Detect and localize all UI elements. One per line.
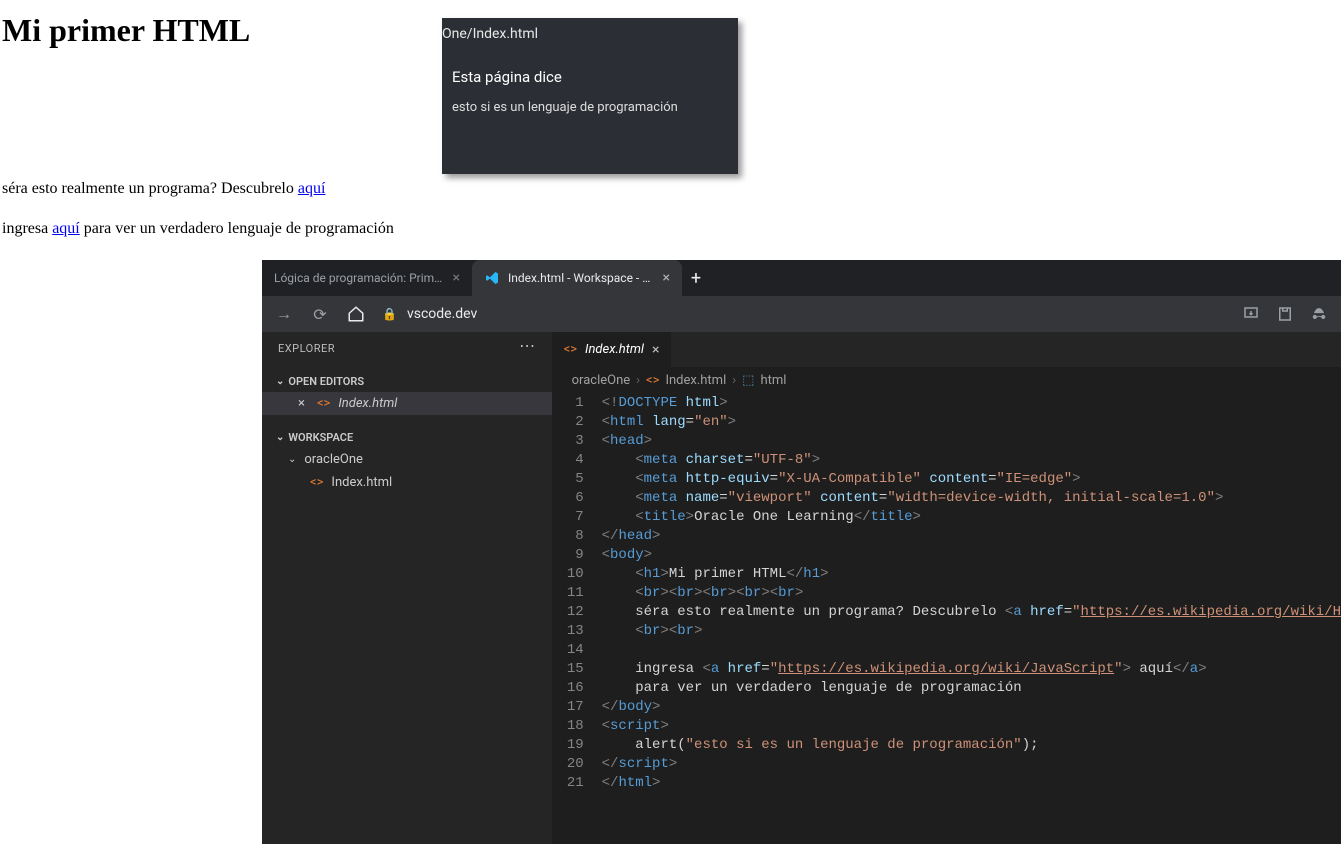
link-aqui-2[interactable]: aquí bbox=[52, 220, 80, 237]
tab-label: Lógica de programación: Primer bbox=[274, 271, 445, 285]
editor-area: <> Index.html × oracleOne › <> Index.htm… bbox=[552, 332, 1341, 844]
editor-tab-label: Index.html bbox=[585, 342, 644, 357]
browser-window: Lógica de programación: Primer × Index.h… bbox=[262, 260, 1341, 844]
chevron-down-icon: ⌄ bbox=[288, 454, 296, 465]
new-tab-button[interactable]: + bbox=[682, 260, 710, 296]
url-text: vscode.dev bbox=[407, 306, 477, 322]
close-icon[interactable]: × bbox=[652, 342, 659, 358]
vscode-app: EXPLORER ⋯ ⌄ OPEN EDITORS × <> Index.htm… bbox=[262, 332, 1341, 844]
html-file-icon: <> bbox=[317, 396, 330, 411]
bc-folder: oracleOne bbox=[572, 373, 631, 388]
chevron-down-icon: ⌄ bbox=[276, 376, 284, 387]
alert-url: One/Index.html bbox=[442, 26, 538, 42]
open-editor-file[interactable]: × <> Index.html bbox=[262, 392, 552, 415]
folder-item[interactable]: ⌄ oracleOne bbox=[262, 448, 552, 471]
close-icon[interactable]: × bbox=[298, 396, 305, 411]
gutter: 123456789101112131415161718192021 bbox=[552, 394, 602, 844]
workspace-section[interactable]: ⌄ WORKSPACE bbox=[262, 427, 552, 448]
file-item[interactable]: <> Index.html bbox=[262, 471, 552, 494]
alert-title: Esta página dice bbox=[452, 68, 562, 86]
bc-file: Index.html bbox=[665, 373, 726, 388]
address-bar: → ⟳ 🔒 vscode.dev bbox=[262, 296, 1341, 332]
html-file-icon: <> bbox=[564, 342, 577, 357]
folder-label: oracleOne bbox=[304, 452, 363, 467]
breadcrumb[interactable]: oracleOne › <> Index.html › ⬚ html bbox=[552, 367, 1341, 394]
symbol-icon: ⬚ bbox=[742, 373, 754, 388]
link-aqui-1[interactable]: aquí bbox=[298, 180, 326, 197]
url-input[interactable]: 🔒 vscode.dev bbox=[382, 306, 1225, 322]
bc-symbol: html bbox=[760, 373, 786, 388]
chevron-right-icon: › bbox=[636, 373, 640, 388]
app-icon[interactable] bbox=[1275, 305, 1295, 323]
tab-vscode[interactable]: Index.html - Workspace - Visual × bbox=[472, 260, 682, 296]
close-icon[interactable]: × bbox=[663, 270, 670, 286]
file-label: Index.html bbox=[338, 396, 397, 411]
editor-tabs: <> Index.html × bbox=[552, 332, 1341, 367]
workspace-label: WORKSPACE bbox=[288, 431, 353, 444]
html-file-icon: <> bbox=[646, 373, 659, 388]
p2-prefix: ingresa bbox=[2, 220, 52, 237]
sidebar: EXPLORER ⋯ ⌄ OPEN EDITORS × <> Index.htm… bbox=[262, 332, 552, 844]
vscode-favicon-icon bbox=[484, 270, 500, 286]
tab-label: Index.html - Workspace - Visual bbox=[508, 271, 655, 285]
page-paragraph-2: ingresa aquí para ver un verdadero lengu… bbox=[2, 220, 394, 238]
reload-icon[interactable]: ⟳ bbox=[310, 305, 330, 324]
open-editors-label: OPEN EDITORS bbox=[288, 375, 364, 388]
more-icon[interactable]: ⋯ bbox=[519, 342, 536, 355]
file-label: Index.html bbox=[331, 475, 392, 490]
install-icon[interactable] bbox=[1241, 305, 1261, 323]
chevron-right-icon: › bbox=[732, 373, 736, 388]
p2-suffix: para ver un verdadero lenguaje de progra… bbox=[80, 220, 394, 237]
forward-icon[interactable]: → bbox=[274, 304, 294, 324]
alert-dialog: One/Index.html Esta página dice esto si … bbox=[442, 18, 738, 174]
incognito-icon[interactable] bbox=[1309, 304, 1329, 324]
html-file-icon: <> bbox=[310, 475, 323, 490]
page-paragraph-1: séra esto realmente un programa? Descubr… bbox=[2, 180, 325, 198]
p1-text: séra esto realmente un programa? Descubr… bbox=[2, 180, 298, 197]
open-editors-section[interactable]: ⌄ OPEN EDITORS bbox=[262, 371, 552, 392]
browser-tabs: Lógica de programación: Primer × Index.h… bbox=[262, 260, 1341, 296]
chevron-down-icon: ⌄ bbox=[276, 432, 284, 443]
close-icon[interactable]: × bbox=[453, 270, 460, 286]
lock-icon: 🔒 bbox=[382, 307, 397, 321]
code-lines[interactable]: <!DOCTYPE html><html lang="en"><head> <m… bbox=[602, 394, 1341, 844]
alert-message: esto si es un lenguaje de programación bbox=[452, 100, 678, 115]
tab-logica[interactable]: Lógica de programación: Primer × bbox=[262, 260, 472, 296]
code-editor[interactable]: 123456789101112131415161718192021 <!DOCT… bbox=[552, 394, 1341, 844]
home-icon[interactable] bbox=[346, 305, 366, 323]
sidebar-title: EXPLORER bbox=[278, 342, 335, 355]
editor-tab[interactable]: <> Index.html × bbox=[552, 332, 673, 367]
